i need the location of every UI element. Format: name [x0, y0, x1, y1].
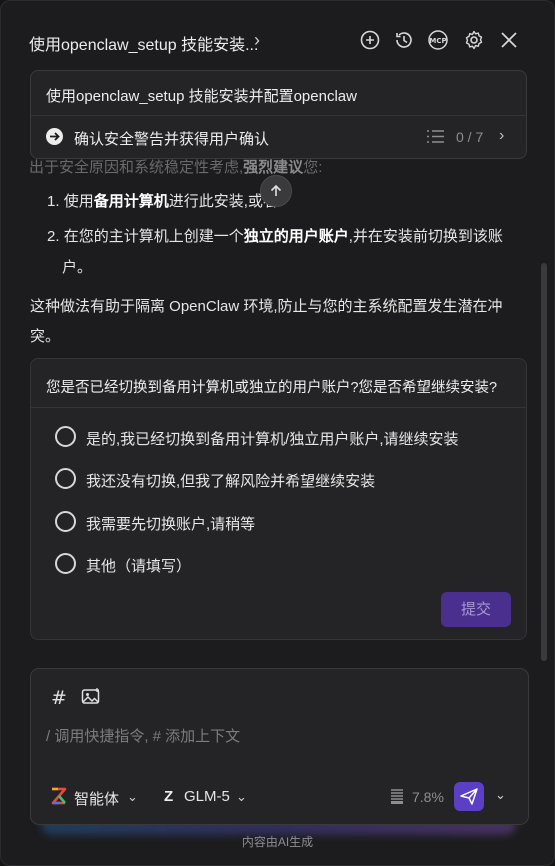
paragraph: 这种做法有助于隔离 OpenClaw 环境,防止与您的主系统配置发生潜在冲 [30, 298, 503, 315]
radio-button[interactable] [55, 426, 76, 447]
list-icon [427, 129, 444, 144]
chevron-right-icon[interactable]: › [499, 127, 504, 145]
radio-button[interactable] [55, 511, 76, 532]
option-label: 其他（请填写） [86, 558, 192, 575]
send-button[interactable] [454, 782, 484, 811]
close-icon[interactable] [498, 29, 520, 51]
svg-text:MCP: MCP [429, 37, 446, 45]
scrollbar[interactable] [541, 263, 547, 661]
history-icon[interactable] [393, 29, 415, 51]
chevron-right-icon[interactable]: › [254, 30, 270, 50]
radio-button[interactable] [55, 468, 76, 489]
composer: # / 调用快捷指令, # 添加上下文 智能体 ⌄ Z GLM-5 ⌄ 7.8%… [30, 668, 529, 825]
chevron-down-icon[interactable]: ⌄ [236, 789, 247, 805]
step-progress: 0 / 7 [456, 129, 484, 145]
hash-icon[interactable]: # [51, 687, 67, 709]
image-icon[interactable] [81, 688, 101, 706]
arrow-right-circle-icon [46, 128, 63, 145]
ai-disclaimer: 内容由AI生成 [241, 835, 314, 849]
list-item-continuation: 户。 [62, 259, 93, 276]
option-1[interactable]: 是的,我已经切换到备用计算机/独立用户账户,请继续安装 [54, 424, 504, 450]
current-step-label: 确认安全警告并获得用户确认 [74, 131, 270, 148]
list-item: 2. 在您的主计算机上创建一个独立的用户账户,并在安装前切换到该账 [47, 228, 503, 245]
option-3[interactable]: 我需要先切换账户,请稍等 [54, 509, 504, 535]
message-input[interactable]: / 调用快捷指令, # 添加上下文 [46, 725, 240, 746]
context-usage-icon [391, 788, 403, 805]
radio-button[interactable] [55, 553, 76, 574]
settings-icon[interactable] [463, 29, 485, 51]
current-step-row[interactable]: 确认安全警告并获得用户确认 0 / 7 › [31, 116, 526, 158]
agent-icon [50, 787, 67, 805]
faded-text: 出于安全原因和系统稳定性考虑,强烈建议您: [29, 159, 323, 176]
option-label: 我还没有切换,但我了解风险并希望继续安装 [86, 473, 376, 490]
option-label: 我需要先切换账户,请稍等 [86, 516, 256, 533]
header: 使用openclaw_setup 技能安装... › MCP [1, 1, 554, 79]
list-item: 1. 使用备用计算机进行此安装,或者 [47, 193, 278, 210]
task-card: 使用openclaw_setup 技能安装并配置openclaw 确认安全警告并… [30, 70, 527, 159]
task-title: 使用openclaw_setup 技能安装并配置openclaw [46, 88, 357, 105]
question-text: 您是否已经切换到备用计算机或独立的用户账户?您是否希望继续安装? [46, 380, 498, 396]
agent-selector[interactable]: 智能体 [74, 788, 119, 809]
chat-title[interactable]: 使用openclaw_setup 技能安装... [29, 31, 258, 55]
chevron-down-icon[interactable]: ⌄ [495, 787, 506, 803]
chevron-down-icon[interactable]: ⌄ [127, 789, 138, 805]
option-label: 是的,我已经切换到备用计算机/独立用户账户,请继续安装 [86, 431, 459, 448]
zhipu-logo-icon: Z [164, 788, 174, 805]
scroll-to-top-button[interactable] [260, 175, 292, 207]
context-usage: 7.8% [412, 789, 444, 805]
divider [31, 407, 526, 408]
question-card: 您是否已经切换到备用计算机或独立的用户账户?您是否希望继续安装? 是的,我已经切… [30, 358, 527, 640]
new-chat-icon[interactable] [359, 29, 381, 51]
submit-button[interactable]: 提交 [441, 592, 511, 627]
chat-panel: 使用openclaw_setup 技能安装... › MCP 使用opencla… [0, 0, 555, 866]
model-selector[interactable]: GLM-5 [184, 788, 230, 805]
option-2[interactable]: 我还没有切换,但我了解风险并希望继续安装 [54, 466, 504, 492]
option-4[interactable]: 其他（请填写） [54, 551, 504, 577]
paragraph: 突。 [30, 328, 61, 345]
mcp-icon[interactable]: MCP [427, 29, 449, 51]
